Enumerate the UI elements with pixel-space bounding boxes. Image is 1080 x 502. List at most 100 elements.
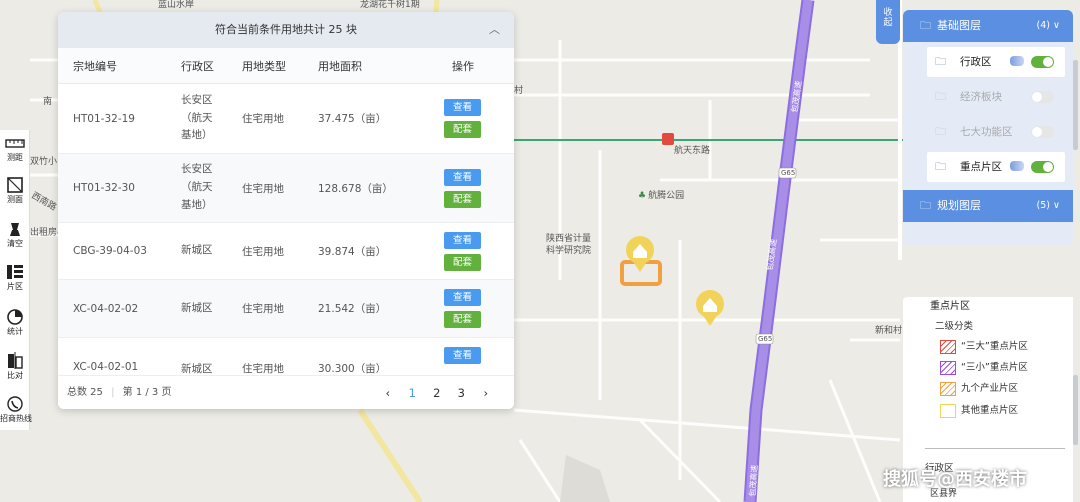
layer-count-text: (5) <box>1036 200 1051 211</box>
eraser-icon <box>10 223 20 236</box>
tool-measure-distance[interactable]: 测距 <box>0 135 30 163</box>
district-line: 基地） <box>181 129 213 142</box>
legend-scrollbar[interactable] <box>1073 375 1078 445</box>
view-button[interactable]: 查看 <box>444 231 481 249</box>
land-type: 住宅用地 <box>242 182 284 195</box>
district-line: 基地） <box>181 198 213 211</box>
folder-icon: 🗀 <box>920 199 931 212</box>
land-area: 21.542（亩） <box>318 303 387 315</box>
tool-clear[interactable]: 清空 <box>0 221 30 249</box>
row-actions: 查看 配套 <box>426 289 514 328</box>
land-area: 30.300（亩） <box>318 363 387 375</box>
table-body[interactable]: HT01-32-19 长安区 （航天 基地） 住宅用地 37.475（亩） 查看… <box>58 84 514 376</box>
district-line: （航天 <box>181 111 213 124</box>
layer-group-count: (4) ∨ <box>1036 20 1060 31</box>
layer-toggle[interactable] <box>1031 91 1054 103</box>
map-label-nan: 南 <box>43 97 53 107</box>
tool-district[interactable]: 片区 <box>0 264 30 292</box>
land-type: 住宅用地 <box>242 303 284 315</box>
match-button[interactable]: 配套 <box>444 190 481 208</box>
map-label-lanshan: 蓝山水岸 <box>158 0 195 10</box>
table-row[interactable]: XC-04-02-02 新城区 住宅用地 21.542（亩） 查看 配套 <box>58 280 514 338</box>
layer-scrollbar[interactable] <box>1073 60 1078 150</box>
collapse-layers-tab[interactable]: 收 起 <box>876 0 900 44</box>
parcel-id: HT01-32-19 <box>73 112 135 125</box>
prev-page-button[interactable]: ‹ <box>376 376 401 409</box>
page-button-1[interactable]: 1 <box>400 376 425 409</box>
view-button[interactable]: 查看 <box>444 99 481 116</box>
folder-icon: 🗀 <box>935 55 946 68</box>
parcel-id: XC-04-02-02 <box>73 302 139 315</box>
tool-label: 测距 <box>7 153 23 162</box>
tool-label: 比对 <box>7 371 23 380</box>
collapse-panel-button[interactable]: ︿ <box>489 12 500 48</box>
page-button-2[interactable]: 2 <box>425 376 450 409</box>
match-button[interactable]: 配套 <box>444 253 481 271</box>
table-row[interactable]: HT01-32-30 长安区 （航天 基地） 住宅用地 128.678（亩） 查… <box>58 154 514 223</box>
layer-item-seven-zones[interactable]: 🗀 七大功能区 <box>927 117 1065 147</box>
tool-measure-area[interactable]: 测面 <box>0 177 30 205</box>
total-count: 总数 25 <box>67 387 103 398</box>
district-line: 新城区 <box>181 363 213 375</box>
chevron-up-icon: ︿ <box>489 23 500 36</box>
table-row[interactable]: XC-04-02-01 新城区 住宅用地 30.300（亩） 查看 <box>58 338 514 376</box>
map-label-metrology-institute: 陕西省计量 科学研究院 <box>546 234 592 257</box>
compare-icon <box>8 352 23 369</box>
column-header-district[interactable]: 行政区 <box>181 58 242 74</box>
hotline-icon <box>7 396 23 412</box>
row-actions: 查看 配套 <box>426 168 514 208</box>
tool-hotline[interactable]: 招商热线 <box>0 394 32 424</box>
land-area: 39.874（亩） <box>318 245 387 258</box>
layer-item-economic-sector[interactable]: 🗀 经济板块 <box>927 82 1065 112</box>
tool-compare[interactable]: 比对 <box>0 351 30 381</box>
view-button[interactable]: 查看 <box>444 347 481 364</box>
layer-group-base[interactable]: 🗀 基础图层 (4) ∨ <box>903 10 1073 42</box>
district-line: （航天 <box>181 181 213 194</box>
district-cell: 新城区 <box>181 300 242 318</box>
column-header-type[interactable]: 用地类型 <box>242 58 318 74</box>
page-button-3[interactable]: 3 <box>449 376 474 409</box>
layer-toggle[interactable] <box>1031 126 1054 138</box>
watermark: 搜狐号@西安楼市 <box>883 469 1027 490</box>
district-cell: 新城区 <box>181 242 242 260</box>
map-label-hangteng-park-text: 航腾公园 <box>648 191 685 201</box>
tool-label: 测面 <box>7 195 23 204</box>
map-label-g65-b: G65 <box>758 335 773 343</box>
park-icon: ♣ <box>638 191 647 201</box>
match-button[interactable]: 配套 <box>444 311 481 328</box>
tool-label: 清空 <box>7 239 23 248</box>
opacity-icon[interactable] <box>1010 56 1024 66</box>
table-row[interactable]: HT01-32-19 长安区 （航天 基地） 住宅用地 37.475（亩） 查看… <box>58 84 514 154</box>
opacity-icon[interactable] <box>1010 161 1024 171</box>
district-line: 长安区 <box>181 163 213 176</box>
row-actions: 查看 <box>426 347 514 364</box>
layer-item-key-areas[interactable]: 🗀 重点片区 <box>927 152 1065 182</box>
legend-subtitle: 二级分类 <box>935 321 974 332</box>
legend-swatch <box>940 361 956 375</box>
map-label-cun: 村 <box>514 86 524 96</box>
tool-statistics[interactable]: 统计 <box>0 307 30 337</box>
layer-item-admin-district[interactable]: 🗀 行政区 <box>927 47 1065 77</box>
next-page-button[interactable]: › <box>474 376 499 409</box>
map-label-hangteng-park: ♣ 航腾公园 <box>638 191 684 202</box>
land-area: 37.475（亩） <box>318 113 387 125</box>
results-panel: 符合当前条件用地共计 25 块 ︿ 宗地编号 行政区 用地类型 用地面积 操作 … <box>58 12 514 409</box>
layer-group-count: (5) ∨ <box>1036 200 1060 211</box>
view-button[interactable]: 查看 <box>444 168 481 186</box>
land-type: 住宅用地 <box>242 113 284 125</box>
layer-toggle[interactable] <box>1031 161 1054 173</box>
table-row[interactable]: CBG-39-04-03 新城区 住宅用地 39.874（亩） 查看 配套 <box>58 223 514 280</box>
column-header-id[interactable]: 宗地编号 <box>58 58 181 74</box>
district-line: 长安区 <box>181 93 213 106</box>
layer-toggle[interactable] <box>1031 56 1054 68</box>
folder-icon: 🗀 <box>920 19 931 32</box>
view-button[interactable]: 查看 <box>444 289 481 306</box>
legend-divider <box>925 448 1065 449</box>
area-measure-icon <box>7 177 23 193</box>
layer-group-planning[interactable]: 🗀 规划图层 (5) ∨ <box>903 190 1073 222</box>
match-button[interactable]: 配套 <box>444 121 481 138</box>
chevron-left-icon: ‹ <box>385 386 391 400</box>
column-header-area[interactable]: 用地面积 <box>318 58 426 74</box>
ruler-icon <box>5 139 25 148</box>
map-label-g65-a: G65 <box>781 169 796 177</box>
